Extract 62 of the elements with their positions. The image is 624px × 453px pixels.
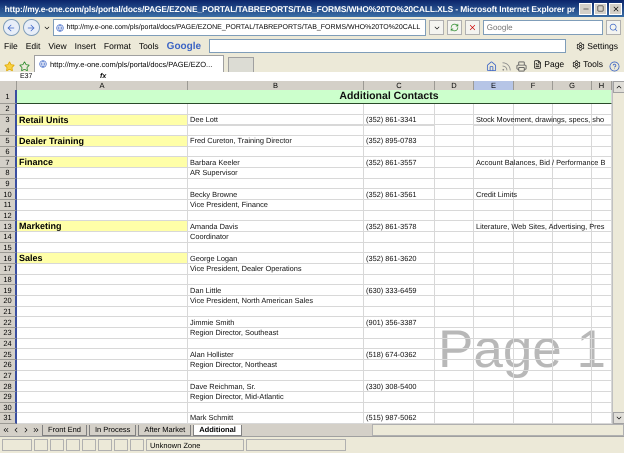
history-dropdown-icon[interactable] <box>42 24 50 32</box>
add-favorite-icon[interactable] <box>19 61 30 72</box>
status-pane <box>2 439 32 451</box>
section-label: Marketing <box>17 221 188 232</box>
restore-button[interactable] <box>594 2 607 14</box>
forward-arrow-icon <box>26 22 36 32</box>
first-sheet-icon[interactable] <box>2 426 10 434</box>
window-title: http://my.e-one.com/pls/portal/docs/PAGE/EZONE_PORTAL/TABREPORTS/TAB_FORMS/WHO%20TO%20CALL.XLS - Microsoft Internet Explorer pr <box>4 4 575 14</box>
vertical-scrollbar[interactable] <box>612 81 624 424</box>
refresh-icon <box>450 23 460 32</box>
status-pane <box>114 439 128 451</box>
section-label: Sales <box>17 253 188 264</box>
document-icon <box>533 60 542 68</box>
scroll-down-button[interactable] <box>613 412 624 424</box>
back-arrow-icon <box>6 22 16 32</box>
menu-item[interactable]: Tools <box>138 41 159 51</box>
close-icon <box>612 4 620 12</box>
section-label: Finance <box>17 157 188 168</box>
minimize-button[interactable] <box>579 2 592 14</box>
toolbar-search-field[interactable] <box>209 39 566 53</box>
print-icon[interactable] <box>516 61 528 72</box>
home-icon[interactable] <box>486 61 498 72</box>
status-pane <box>98 439 112 451</box>
previous-sheet-icon[interactable] <box>12 426 20 434</box>
menu-item[interactable]: Edit <box>26 41 40 51</box>
page-icon <box>56 24 64 32</box>
close-icon <box>468 23 477 32</box>
status-pane <box>34 439 48 451</box>
favorites-star-icon[interactable] <box>4 61 15 72</box>
stop-button[interactable] <box>464 20 480 35</box>
tools-menu-button[interactable]: Tools <box>570 56 605 72</box>
menu-item[interactable]: Format <box>104 41 131 51</box>
menu-item[interactable]: Insert <box>74 41 96 51</box>
menu-item[interactable]: View <box>48 41 67 51</box>
search-toolbar-logo: Google <box>166 40 202 52</box>
restore-icon <box>597 5 604 12</box>
close-button[interactable] <box>609 2 622 14</box>
status-pane <box>50 439 64 451</box>
page-icon <box>39 60 47 68</box>
status-pane <box>130 439 144 451</box>
menu-item[interactable]: File <box>4 41 18 51</box>
status-pane <box>82 439 96 451</box>
address-dropdown-button[interactable] <box>429 20 444 35</box>
back-button[interactable] <box>3 19 20 36</box>
horizontal-scrollbar[interactable] <box>372 424 624 436</box>
scroll-up-button[interactable] <box>613 81 624 93</box>
feed-icon[interactable] <box>501 61 512 72</box>
sheet-title: Additional Contacts <box>17 90 612 104</box>
last-sheet-icon[interactable] <box>32 426 40 434</box>
refresh-button[interactable] <box>447 20 462 35</box>
section-label: Dealer Training <box>17 136 188 147</box>
help-icon[interactable] <box>609 61 620 72</box>
status-pane <box>66 439 80 451</box>
settings-button[interactable]: Settings <box>574 38 620 54</box>
gear-icon <box>572 60 582 68</box>
page-menu-button[interactable]: Page <box>531 56 566 72</box>
search-field[interactable]: Google <box>482 20 604 35</box>
search-icon <box>609 23 618 32</box>
section-label: Retail Units <box>17 114 188 126</box>
settings-icon <box>576 42 586 50</box>
search-button[interactable] <box>606 20 621 35</box>
next-sheet-icon[interactable] <box>22 426 30 434</box>
